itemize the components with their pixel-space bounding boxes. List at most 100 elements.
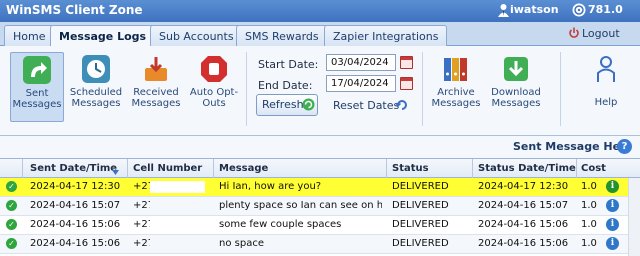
help-button[interactable]: Help (586, 52, 626, 122)
message-cell: Hi Ian, how are you? (219, 181, 322, 192)
question-icon[interactable]: ? (617, 139, 632, 154)
refresh-icon (302, 98, 315, 114)
cost-cell: 1.0 (581, 219, 597, 230)
tab-sub-accounts[interactable]: Sub Accounts (150, 25, 243, 46)
credits-icon (572, 3, 586, 20)
refresh-button[interactable]: Refresh (256, 94, 318, 116)
sent-time-cell: 2024-04-16 15:06 (30, 238, 121, 249)
cost-cell: 1.0 (581, 238, 597, 249)
check-icon: ✓ (6, 219, 17, 230)
app-title: WinSMS Client Zone (6, 3, 143, 17)
stop-hand-icon (199, 54, 229, 84)
start-date-field[interactable]: 03/04/2024 (326, 54, 396, 71)
received-messages-button[interactable]: Received Messages (130, 52, 182, 122)
status-cell: DELIVERED (392, 200, 449, 211)
sent-messages-label: Sent Messages (12, 88, 62, 110)
table-row[interactable]: ✓ 2024-04-16 15:06 +27 some few couple s… (0, 216, 640, 235)
message-cell: plenty space so Ian can see on his ph (219, 200, 382, 211)
tab-label: Message Logs (59, 30, 147, 43)
reset-dates-label: Reset Dates (333, 99, 400, 112)
sent-time-cell: 2024-04-16 15:07 (30, 200, 121, 211)
table-row[interactable]: ✓ 2024-04-16 15:07 +27 plenty space so I… (0, 197, 640, 216)
vertical-scrollbar[interactable] (628, 178, 640, 256)
power-icon[interactable] (568, 27, 580, 42)
clock-icon (81, 54, 111, 84)
column-divider (386, 159, 387, 179)
column-divider (576, 159, 577, 179)
calendar-icon[interactable] (400, 77, 413, 90)
messages-table: Sent Date/Time Cell Number Message Statu… (0, 158, 640, 256)
credits-balance: 781.0 (588, 3, 623, 16)
column-divider (472, 159, 473, 179)
column-header-status-time[interactable]: Status Date/Time (478, 163, 576, 174)
sent-messages-button[interactable]: Sent Messages (10, 52, 64, 122)
column-divider (22, 159, 23, 179)
reset-icon (395, 98, 409, 115)
check-icon: ✓ (6, 200, 17, 211)
status-time-cell: 2024-04-16 15:06 (478, 238, 569, 249)
tab-message-logs[interactable]: Message Logs (50, 25, 156, 47)
column-header-sent[interactable]: Sent Date/Time (30, 163, 117, 174)
help-label: Help (594, 97, 618, 108)
refresh-label: Refresh (262, 98, 304, 111)
toolbar-ribbon: Sent Messages Scheduled Messages Receive… (0, 46, 640, 136)
reset-dates-button[interactable]: Reset Dates (333, 99, 407, 112)
status-cell: DELIVERED (392, 238, 449, 249)
info-icon[interactable]: i (606, 180, 619, 193)
message-cell: no space (219, 238, 264, 249)
divider (560, 52, 561, 126)
auto-optouts-button[interactable]: Auto Opt-Outs (188, 52, 240, 122)
download-messages-label: Download Messages (491, 87, 541, 109)
tab-zapier-integrations[interactable]: Zapier Integrations (324, 25, 448, 46)
column-header-status[interactable]: Status (392, 163, 429, 174)
tab-label: Home (13, 30, 46, 43)
column-divider (213, 159, 214, 179)
logout-link[interactable]: Logout (582, 27, 620, 40)
status-cell: DELIVERED (392, 181, 449, 192)
table-row[interactable]: ✓ 2024-04-17 12:30 +27 Hi Ian, how are y… (0, 178, 640, 197)
user-icon (498, 3, 509, 20)
archive-messages-button[interactable]: Archive Messages (428, 52, 484, 122)
calendar-icon[interactable] (400, 56, 413, 69)
table-row[interactable]: ✓ 2024-04-16 15:06 +27 no space DELIVERE… (0, 235, 640, 254)
column-header-cost[interactable]: Cost (581, 163, 606, 174)
redacted-number (150, 238, 205, 250)
status-time-cell: 2024-04-16 15:06 (478, 219, 569, 230)
tab-label: Zapier Integrations (333, 30, 439, 43)
divider (422, 52, 423, 126)
check-icon: ✓ (6, 181, 17, 192)
status-time-cell: 2024-04-17 12:30 (478, 181, 569, 192)
info-icon[interactable]: i (606, 237, 619, 250)
tab-sms-rewards[interactable]: SMS Rewards (236, 25, 328, 46)
sort-desc-icon[interactable] (112, 165, 119, 178)
scheduled-messages-label: Scheduled Messages (69, 87, 123, 109)
tab-label: SMS Rewards (245, 30, 319, 43)
sent-time-cell: 2024-04-16 15:06 (30, 219, 121, 230)
column-divider (127, 159, 128, 179)
status-time-cell: 2024-04-16 15:07 (478, 200, 569, 211)
title-bar: WinSMS Client Zone iwatson 781.0 (0, 0, 640, 22)
end-date-field[interactable]: 17/04/2024 (326, 75, 396, 92)
sent-message-help-link[interactable]: Sent Message Help (513, 140, 632, 153)
binders-icon (441, 54, 471, 84)
username[interactable]: iwatson (510, 3, 559, 16)
divider (246, 52, 247, 126)
redacted-number (150, 200, 205, 212)
person-help-icon (591, 54, 621, 84)
status-cell: DELIVERED (392, 219, 449, 230)
scheduled-messages-button[interactable]: Scheduled Messages (68, 52, 124, 122)
column-header-cell[interactable]: Cell Number (133, 163, 202, 174)
download-messages-button[interactable]: Download Messages (488, 52, 544, 122)
info-icon[interactable]: i (606, 218, 619, 231)
check-icon: ✓ (6, 238, 17, 249)
start-date-label: Start Date: (258, 58, 319, 71)
tab-home[interactable]: Home (4, 25, 55, 46)
inbox-icon (141, 54, 171, 84)
info-icon[interactable]: i (606, 199, 619, 212)
column-header-message[interactable]: Message (219, 163, 268, 174)
sent-time-cell: 2024-04-17 12:30 (30, 181, 121, 192)
cost-cell: 1.0 (581, 200, 597, 211)
section-header: Sent Message Help ? (0, 136, 640, 158)
table-header: Sent Date/Time Cell Number Message Statu… (0, 158, 640, 179)
sent-arrow-icon (22, 55, 52, 85)
